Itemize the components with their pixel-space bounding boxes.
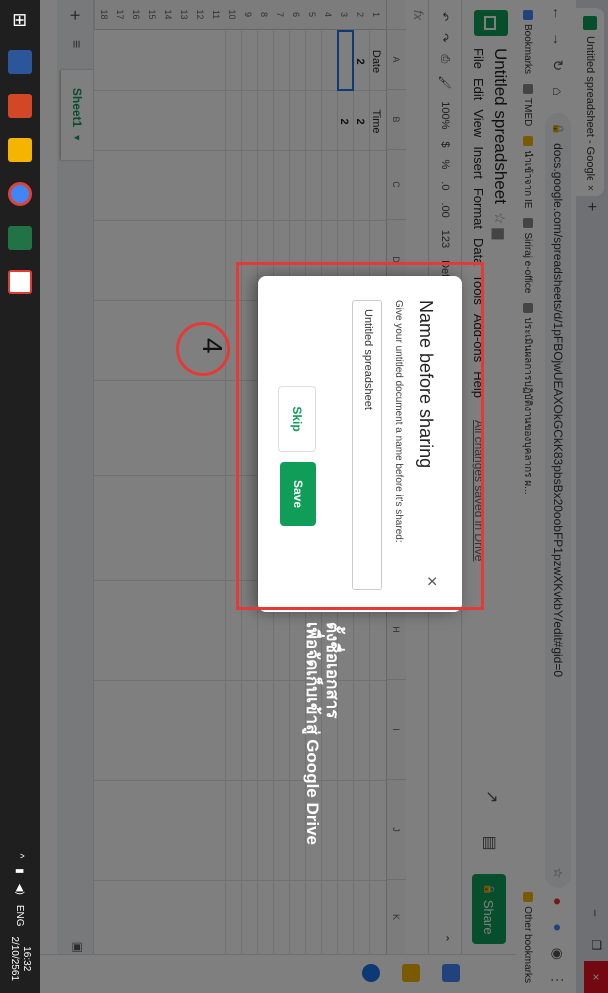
- volume-icon[interactable]: ◀): [15, 884, 26, 895]
- rotated-screen: Untitled spreadsheet - Google S × + – ❐ …: [0, 0, 608, 993]
- tray-chevron-icon[interactable]: ^: [15, 854, 26, 859]
- highlight-box: [236, 262, 484, 610]
- language-indicator[interactable]: ENG: [15, 905, 26, 927]
- excel-app-icon[interactable]: [0, 216, 40, 260]
- clock[interactable]: 16:32 2/10/2561: [8, 937, 32, 982]
- word-app-icon[interactable]: [0, 40, 40, 84]
- powerpoint-app-icon[interactable]: [0, 84, 40, 128]
- system-tray: ^ ▮ ◀) ENG 16:32 2/10/2561: [8, 854, 32, 993]
- windows-start-icon[interactable]: ⊞: [0, 0, 40, 40]
- annotation-line-2: เพื่อจัดเก็บเข้าสู่ Google Drive: [303, 622, 322, 846]
- chrome-app-icon[interactable]: [0, 172, 40, 216]
- acrobat-app-icon[interactable]: [0, 260, 40, 304]
- windows-taskbar: ⊞ ^ ▮ ◀) ENG 16:32 2/10/2561: [0, 0, 40, 993]
- network-icon[interactable]: ▮: [15, 868, 26, 874]
- step-number: 4: [197, 338, 228, 354]
- explorer-app-icon[interactable]: [0, 128, 40, 172]
